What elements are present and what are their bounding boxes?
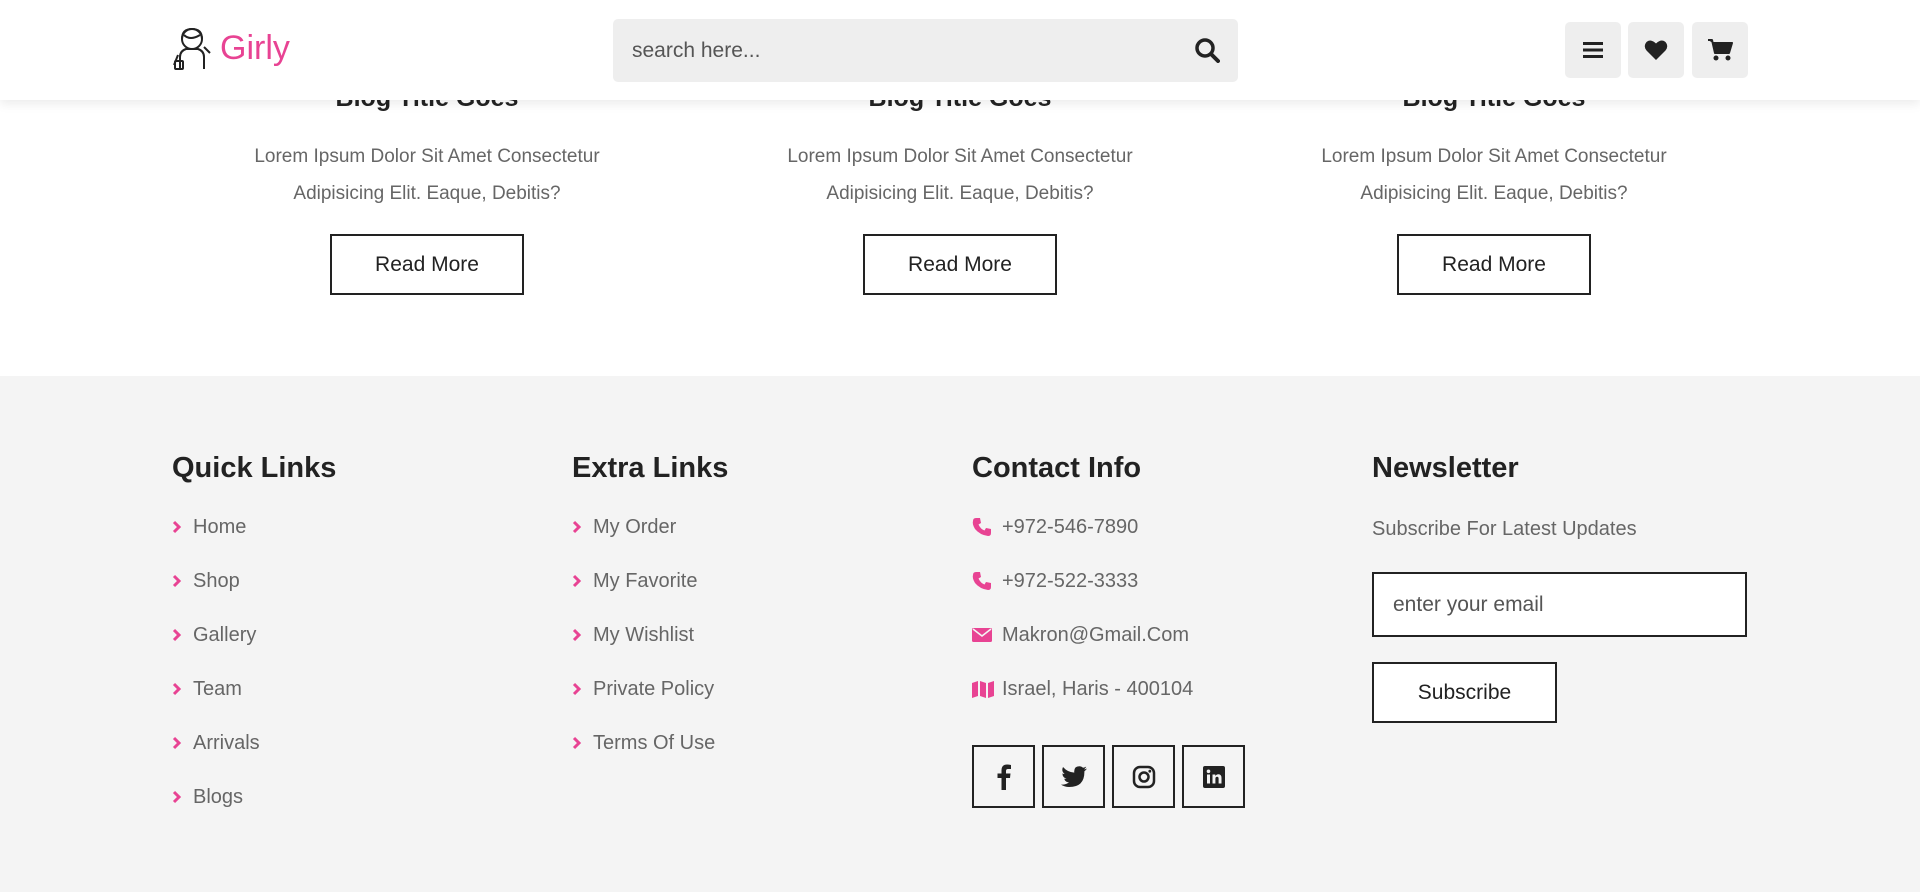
blog-description: Lorem Ipsum Dolor Sit Amet Consectetur A… xyxy=(1284,138,1704,212)
instagram-icon xyxy=(1132,765,1155,788)
quick-link-home[interactable]: Home xyxy=(172,500,260,554)
contact-text: Israel, Haris - 400104 xyxy=(1002,677,1194,700)
extra-link-label: My Order xyxy=(593,515,677,538)
facebook-icon xyxy=(997,764,1011,790)
search-icon[interactable] xyxy=(1192,35,1222,65)
map-icon xyxy=(972,679,996,699)
extra-links-title: Extra Links xyxy=(572,452,729,484)
search-input[interactable] xyxy=(613,19,1173,82)
quick-link-label: Home xyxy=(193,515,247,538)
brand-name: Girly xyxy=(220,28,290,67)
extra-link-label: My Wishlist xyxy=(593,623,695,646)
contact-text: Makron@Gmail.Com xyxy=(1002,623,1190,646)
search-form xyxy=(613,19,1238,82)
envelope-icon xyxy=(972,625,996,645)
blog-desc-line: Adipisicing Elit. Eaque, Debitis? xyxy=(293,183,561,204)
blog-desc-line: Lorem Ipsum Dolor Sit Amet Consectetur xyxy=(787,146,1133,167)
facebook-link[interactable] xyxy=(972,745,1035,808)
chevron-right-icon xyxy=(572,571,592,591)
contact-email[interactable]: Makron@Gmail.Com xyxy=(972,608,1193,662)
quick-link-label: Shop xyxy=(193,569,240,592)
extra-link-label: My Favorite xyxy=(593,569,698,592)
instagram-link[interactable] xyxy=(1112,745,1175,808)
extra-links-list: My Order My Favorite My Wishlist Private… xyxy=(572,500,715,770)
wishlist-button[interactable] xyxy=(1628,22,1684,78)
chevron-right-icon xyxy=(572,517,592,537)
chevron-right-icon xyxy=(572,733,592,753)
social-links xyxy=(972,745,1245,808)
quick-link-label: Team xyxy=(193,677,242,700)
chevron-right-icon xyxy=(172,733,192,753)
extra-link-label: Terms Of Use xyxy=(593,731,716,754)
heart-icon xyxy=(1644,40,1668,60)
newsletter-title: Newsletter xyxy=(1372,452,1519,484)
chevron-right-icon xyxy=(572,679,592,699)
quick-link-team[interactable]: Team xyxy=(172,662,260,716)
blog-description: Lorem Ipsum Dolor Sit Amet Consectetur A… xyxy=(217,138,637,212)
contact-address[interactable]: Israel, Haris - 400104 xyxy=(972,662,1193,716)
quick-link-gallery[interactable]: Gallery xyxy=(172,608,260,662)
extra-link-my-wishlist[interactable]: My Wishlist xyxy=(572,608,715,662)
chevron-right-icon xyxy=(172,679,192,699)
menu-button[interactable] xyxy=(1565,22,1621,78)
girl-logo-icon xyxy=(173,27,211,70)
cart-button[interactable] xyxy=(1692,22,1748,78)
quick-link-label: Arrivals xyxy=(193,731,260,754)
read-more-button[interactable]: Read More xyxy=(330,234,524,295)
blog-desc-line: Lorem Ipsum Dolor Sit Amet Consectetur xyxy=(1321,146,1667,167)
contact-text: +972-546-7890 xyxy=(1002,515,1139,538)
quick-links-title: Quick Links xyxy=(172,452,337,484)
read-more-button[interactable]: Read More xyxy=(1397,234,1591,295)
chevron-right-icon xyxy=(572,625,592,645)
contact-phone-1[interactable]: +972-546-7890 xyxy=(972,500,1193,554)
extra-link-my-favorite[interactable]: My Favorite xyxy=(572,554,715,608)
site-footer: Quick Links Home Shop Gallery Team Arriv… xyxy=(0,376,1920,892)
twitter-link[interactable] xyxy=(1042,745,1105,808)
quick-link-blogs[interactable]: Blogs xyxy=(172,770,260,824)
quick-links-list: Home Shop Gallery Team Arrivals Blogs xyxy=(172,500,260,824)
logo-link[interactable]: Girly xyxy=(172,24,290,72)
newsletter-description: Subscribe For Latest Updates xyxy=(1372,518,1637,540)
twitter-icon xyxy=(1060,765,1087,787)
blog-desc-line: Adipisicing Elit. Eaque, Debitis? xyxy=(826,183,1094,204)
email-field[interactable] xyxy=(1372,572,1747,637)
phone-icon xyxy=(972,517,996,537)
chevron-right-icon xyxy=(172,571,192,591)
menu-icon xyxy=(1583,42,1603,58)
quick-link-shop[interactable]: Shop xyxy=(172,554,260,608)
contact-info-title: Contact Info xyxy=(972,452,1142,484)
extra-link-my-order[interactable]: My Order xyxy=(572,500,715,554)
phone-icon xyxy=(972,571,996,591)
site-header: Girly xyxy=(0,0,1920,100)
read-more-button[interactable]: Read More xyxy=(863,234,1057,295)
cart-icon xyxy=(1708,39,1733,61)
contact-text: +972-522-3333 xyxy=(1002,569,1139,592)
extra-link-label: Private Policy xyxy=(593,677,715,700)
contact-info-list: +972-546-7890 +972-522-3333 Makron@Gmail… xyxy=(972,500,1193,716)
chevron-right-icon xyxy=(172,625,192,645)
extra-link-terms-of-use[interactable]: Terms Of Use xyxy=(572,716,715,770)
extra-link-private-policy[interactable]: Private Policy xyxy=(572,662,715,716)
linkedin-icon xyxy=(1202,765,1225,788)
quick-link-arrivals[interactable]: Arrivals xyxy=(172,716,260,770)
linkedin-link[interactable] xyxy=(1182,745,1245,808)
blog-desc-line: Adipisicing Elit. Eaque, Debitis? xyxy=(1360,183,1628,204)
contact-phone-2[interactable]: +972-522-3333 xyxy=(972,554,1193,608)
blog-description: Lorem Ipsum Dolor Sit Amet Consectetur A… xyxy=(750,138,1170,212)
quick-link-label: Blogs xyxy=(193,785,244,808)
subscribe-button[interactable]: Subscribe xyxy=(1372,662,1557,723)
quick-link-label: Gallery xyxy=(193,623,257,646)
chevron-right-icon xyxy=(172,517,192,537)
chevron-right-icon xyxy=(172,787,192,807)
blog-desc-line: Lorem Ipsum Dolor Sit Amet Consectetur xyxy=(254,146,600,167)
